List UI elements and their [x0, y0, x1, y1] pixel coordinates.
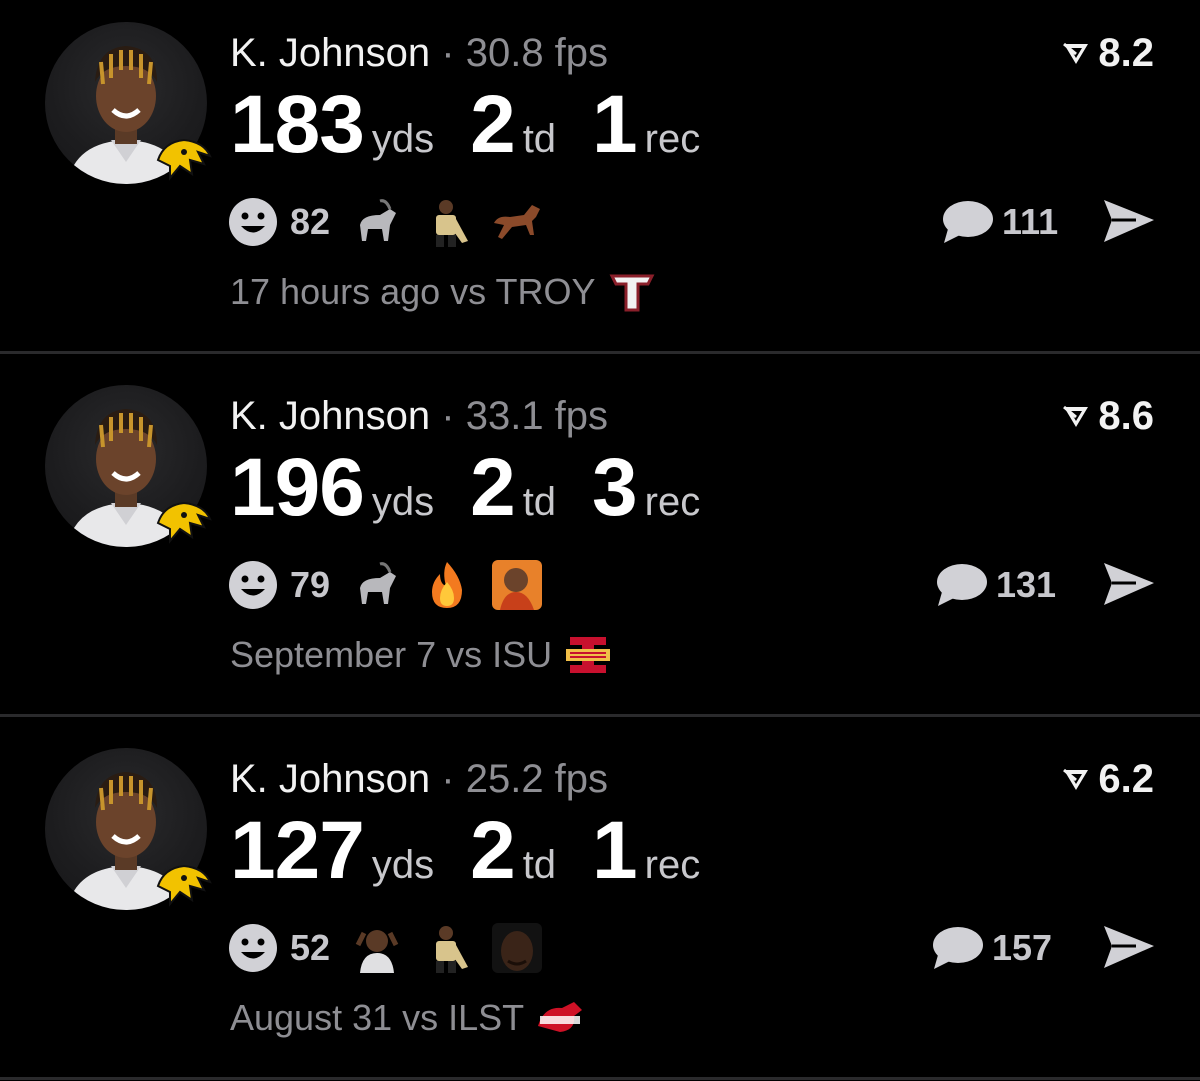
- drake-meme-emoji: [492, 560, 543, 610]
- game-info: August 31 vs ILST: [230, 997, 525, 1038]
- iowa-state-logo: [566, 637, 611, 673]
- share-arrow-icon[interactable]: [1102, 559, 1156, 609]
- separator-dot: ·: [441, 31, 455, 75]
- rec-value: 1: [592, 79, 638, 170]
- rating-triangle-icon: [1063, 768, 1089, 790]
- hawkeye-logo: [156, 864, 212, 907]
- reaction-count: 82: [290, 201, 331, 242]
- rec-unit: rec: [644, 117, 701, 161]
- rating-triangle-icon: [1063, 42, 1089, 64]
- rating: 6.2: [1062, 756, 1154, 802]
- rec-unit: rec: [644, 480, 701, 524]
- hawkeye-logo: [156, 501, 212, 544]
- post-meta: August 31 vs ILST: [230, 996, 586, 1040]
- comment-bubble-icon[interactable]: [930, 925, 984, 971]
- rating-triangle-icon: [1063, 405, 1089, 427]
- post-divider: [0, 1077, 1200, 1080]
- yards-value: 127: [230, 805, 365, 896]
- feed-post[interactable]: K. Johnson · 33.1 fps 8.6 196 yds 2 td 3…: [0, 363, 1200, 725]
- rating-value: 8.2: [1098, 31, 1154, 75]
- rating: 8.6: [1062, 393, 1154, 439]
- rating-value: 8.6: [1098, 394, 1154, 438]
- post-meta: September 7 vs ISU: [230, 633, 614, 677]
- stat-line: 127 yds 2 td 1 rec: [230, 804, 736, 898]
- yards-unit: yds: [371, 117, 435, 161]
- player-name[interactable]: K. Johnson: [230, 31, 430, 75]
- troy-logo: [609, 274, 654, 312]
- yards-unit: yds: [371, 480, 435, 524]
- smiley-icon[interactable]: [228, 560, 278, 610]
- player-photo-emoji: [436, 926, 469, 973]
- feed-post[interactable]: K. Johnson · 25.2 fps 6.2 127 yds 2 td 1…: [0, 726, 1200, 1081]
- rec-value: 3: [592, 442, 638, 533]
- reactions[interactable]: 82: [228, 194, 560, 250]
- rec-unit: rec: [644, 843, 701, 887]
- separator-dot: ·: [441, 757, 455, 801]
- feed-post[interactable]: K. Johnson · 30.8 fps 8.2 183 yds 2 td 1…: [0, 0, 1200, 362]
- goat-emoji: [360, 562, 397, 604]
- stat-line: 183 yds 2 td 1 rec: [230, 78, 736, 172]
- td-value: 2: [470, 442, 516, 533]
- shocked-person-emoji: [355, 930, 399, 973]
- td-unit: td: [522, 117, 557, 161]
- goat-emoji: [360, 199, 397, 241]
- fps-label: 25.2 fps: [465, 757, 609, 801]
- rating: 8.2: [1062, 30, 1154, 76]
- td-unit: td: [522, 480, 557, 524]
- comment-bubble-icon[interactable]: [934, 562, 988, 608]
- face-photo-emoji: [492, 923, 543, 973]
- stat-line: 196 yds 2 td 3 rec: [230, 441, 736, 535]
- td-unit: td: [522, 843, 557, 887]
- player-name[interactable]: K. Johnson: [230, 757, 430, 801]
- rec-value: 1: [592, 805, 638, 896]
- post-header: K. Johnson · 25.2 fps: [230, 756, 608, 802]
- fps-label: 33.1 fps: [465, 394, 609, 438]
- post-header: K. Johnson · 30.8 fps: [230, 30, 608, 76]
- comment-bubble-icon[interactable]: [940, 199, 994, 245]
- td-value: 2: [470, 805, 516, 896]
- reaction-count: 79: [290, 564, 331, 605]
- hawkeye-logo: [156, 138, 212, 181]
- post-divider: [0, 714, 1200, 717]
- player-photo-emoji: [436, 200, 469, 247]
- illinois-state-logo: [538, 1002, 583, 1032]
- horse-emoji: [494, 205, 541, 239]
- reactions[interactable]: 79: [228, 557, 560, 613]
- td-value: 2: [470, 79, 516, 170]
- yards-value: 183: [230, 79, 365, 170]
- comment-count: 111: [1002, 201, 1059, 242]
- separator-dot: ·: [441, 394, 455, 438]
- rating-value: 6.2: [1098, 757, 1154, 801]
- post-header: K. Johnson · 33.1 fps: [230, 393, 608, 439]
- share-arrow-icon[interactable]: [1102, 196, 1156, 246]
- player-name[interactable]: K. Johnson: [230, 394, 430, 438]
- comment-count: 131: [996, 564, 1057, 605]
- share-arrow-icon[interactable]: [1102, 922, 1156, 972]
- game-info: 17 hours ago vs TROY: [230, 271, 596, 312]
- fps-label: 30.8 fps: [465, 31, 609, 75]
- game-info: September 7 vs ISU: [230, 634, 553, 675]
- yards-unit: yds: [371, 843, 435, 887]
- reactions[interactable]: 52: [228, 920, 560, 976]
- comment-count: 157: [992, 927, 1053, 968]
- yards-value: 196: [230, 442, 365, 533]
- comments[interactable]: 157: [930, 920, 1052, 976]
- post-meta: 17 hours ago vs TROY: [230, 270, 658, 314]
- comments[interactable]: 111: [940, 194, 1058, 250]
- comments[interactable]: 131: [934, 557, 1056, 613]
- fire-emoji: [432, 562, 463, 608]
- post-divider: [0, 351, 1200, 354]
- reaction-count: 52: [290, 927, 331, 968]
- smiley-icon[interactable]: [228, 923, 278, 973]
- smiley-icon[interactable]: [228, 197, 278, 247]
